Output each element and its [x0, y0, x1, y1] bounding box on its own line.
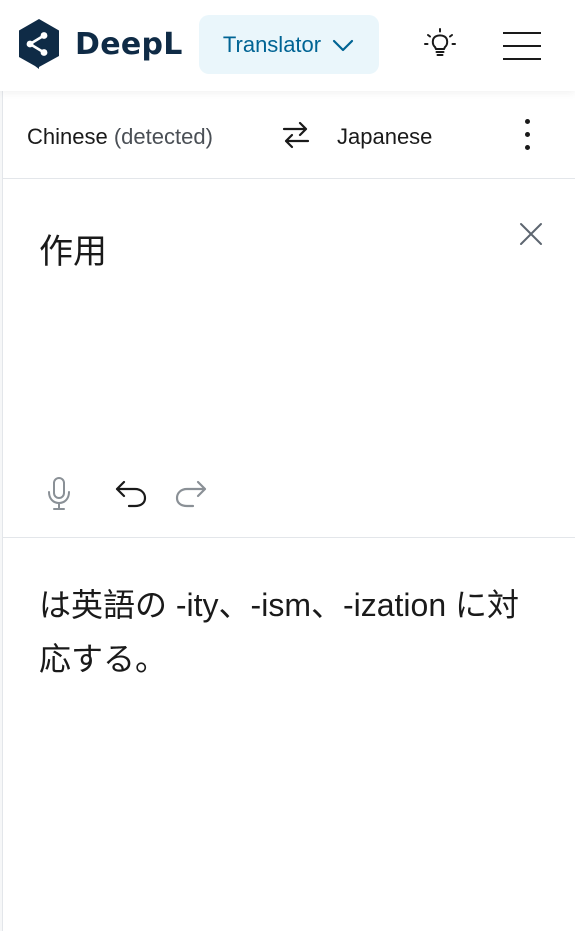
language-bar: Chinese (detected) Japanese: [3, 91, 575, 179]
kebab-dot: [525, 145, 530, 150]
kebab-dot: [525, 132, 530, 137]
product-label: Translator: [222, 31, 322, 57]
chevron-down-icon: [333, 39, 354, 51]
target-language-name: Japanese: [337, 124, 433, 149]
translation-text[interactable]: は英語の -ity、-ism、-ization に対応する。: [39, 578, 539, 686]
menu-line: [503, 32, 541, 34]
source-language-select[interactable]: Chinese (detected): [27, 124, 213, 150]
target-text-area: は英語の -ity、-ism、-ization に対応する。: [3, 538, 575, 931]
microphone-icon[interactable]: [45, 476, 73, 512]
source-text[interactable]: 作用: [39, 224, 107, 273]
product-switcher-button[interactable]: Translator: [199, 15, 379, 74]
redo-icon[interactable]: [173, 479, 209, 509]
menu-line: [503, 45, 541, 47]
brand-name[interactable]: DeepL: [75, 27, 183, 62]
swap-arrows-icon[interactable]: [279, 118, 313, 152]
target-language-select[interactable]: Japanese: [337, 124, 432, 150]
undo-icon[interactable]: [113, 479, 149, 509]
kebab-menu-icon[interactable]: [521, 117, 535, 153]
menu-line: [503, 58, 541, 60]
lightbulb-icon[interactable]: [422, 27, 458, 63]
detected-label: (detected): [113, 124, 213, 149]
kebab-dot: [525, 119, 530, 124]
source-text-area[interactable]: 作用: [3, 179, 575, 538]
translator-panel: Chinese (detected) Japanese 作用 は英語の -ity…: [2, 91, 575, 931]
hamburger-menu-icon[interactable]: [503, 32, 543, 62]
deepl-logo-icon[interactable]: [17, 18, 61, 70]
top-header: DeepL Translator: [0, 0, 575, 91]
source-language-name: Chinese: [27, 124, 108, 149]
deepl-app: DeepL Translator Chinese (detected) Japa…: [0, 0, 575, 931]
close-icon[interactable]: [518, 221, 544, 247]
